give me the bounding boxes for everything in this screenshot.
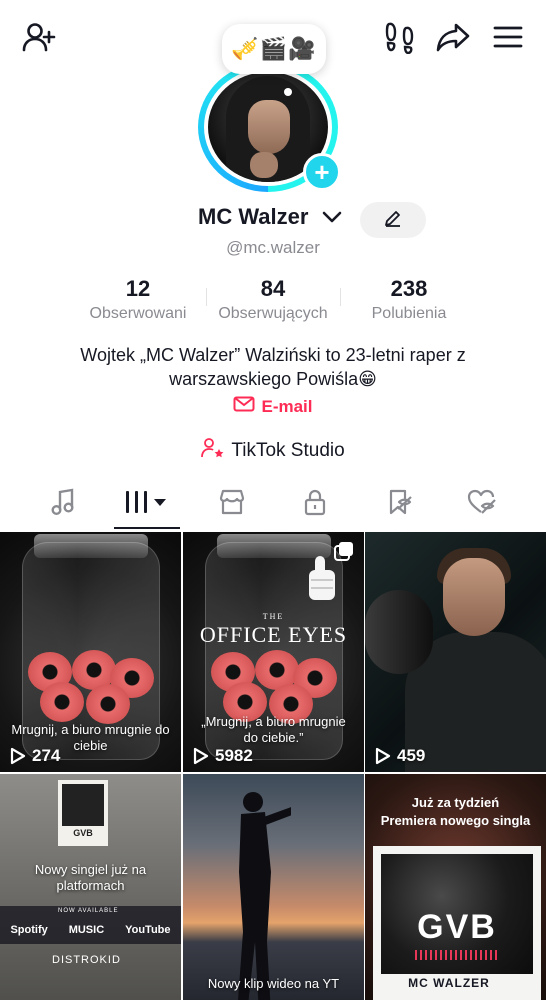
followers-label: Obserwujących bbox=[218, 305, 328, 322]
play-icon bbox=[375, 747, 391, 765]
bio-line: warszawskiego Powiśla😁 bbox=[169, 369, 377, 389]
tab-liked[interactable] bbox=[452, 484, 512, 524]
share-icon[interactable] bbox=[434, 18, 472, 56]
cover-artist: MC WALZER bbox=[408, 976, 490, 990]
trumpeter-silhouette bbox=[238, 792, 291, 1000]
profile-avatar[interactable]: + bbox=[196, 62, 350, 196]
video-caption: Nowy klip wideo na YT bbox=[207, 976, 340, 991]
view-count-value: 274 bbox=[32, 746, 61, 765]
view-count-value: 5982 bbox=[215, 746, 253, 765]
video-caption: Nowy singiel już na platformach bbox=[34, 862, 147, 893]
video-thumbnail[interactable]: THE OFFICE EYES „Mrugnij, a biuro mrugni… bbox=[183, 532, 364, 772]
music-note-icon bbox=[50, 488, 76, 521]
video-grid: Mrugnij, a biuro mrugnie do ciebie 274 T… bbox=[0, 532, 546, 1000]
email-link[interactable]: E-mail bbox=[0, 396, 546, 417]
lock-icon bbox=[303, 488, 327, 521]
followers-stat[interactable]: 84 Obserwujących bbox=[203, 276, 343, 323]
view-count: 459 bbox=[375, 746, 425, 766]
tab-shop[interactable] bbox=[202, 484, 262, 524]
tiktok-studio-link[interactable]: TikTok Studio bbox=[0, 437, 546, 465]
tab-private[interactable] bbox=[285, 484, 345, 524]
following-label: Obserwowani bbox=[89, 305, 187, 322]
shop-icon bbox=[218, 489, 246, 520]
likes-stat[interactable]: 238 Polubienia bbox=[339, 276, 479, 323]
bio: Wojtek „MC Walzer” Walziński to 23-letni… bbox=[20, 343, 526, 391]
tiktok-studio-label: TikTok Studio bbox=[231, 440, 345, 461]
display-name[interactable]: MC Walzer bbox=[198, 204, 308, 230]
play-icon bbox=[193, 747, 209, 765]
microphone-image bbox=[365, 590, 433, 674]
video-thumbnail[interactable]: Mrugnij, a biuro mrugnie do ciebie 274 bbox=[0, 532, 181, 772]
video-thumbnail[interactable]: 459 bbox=[365, 532, 546, 772]
single-cover: GVB MC WALZER bbox=[373, 846, 541, 1000]
following-stat[interactable]: 12 Obserwowani bbox=[68, 276, 208, 323]
followers-count: 84 bbox=[260, 276, 286, 301]
bubble-tail bbox=[284, 88, 292, 96]
video-thumbnail[interactable]: Już za tydzień Premiera nowego singla GV… bbox=[365, 774, 546, 1000]
cover-title: GVB bbox=[417, 908, 497, 946]
bio-line: Wojtek „MC Walzer” Walziński to 23-letni… bbox=[80, 345, 466, 365]
add-story-button[interactable]: + bbox=[303, 153, 341, 191]
creator-person-star-icon bbox=[201, 437, 225, 465]
video-caption: „Mrugnij, a biuro mrugnie do ciebie.” bbox=[201, 714, 346, 745]
multi-image-icon bbox=[334, 542, 353, 561]
edit-profile-button[interactable] bbox=[360, 202, 426, 238]
username: @mc.walzer bbox=[226, 238, 320, 257]
menu-icon[interactable] bbox=[489, 18, 527, 56]
heart-eye-slash-icon bbox=[467, 488, 497, 521]
tab-videos[interactable] bbox=[110, 484, 182, 524]
profile-stats: 12 Obserwowani 84 Obserwujących 238 Polu… bbox=[0, 276, 546, 326]
now-available-text: NOW AVAILABLE bbox=[58, 908, 119, 914]
video-thumbnail[interactable]: GVB Nowy singiel już na platformach NOW … bbox=[0, 774, 181, 1000]
audio-wave bbox=[415, 950, 499, 960]
play-icon bbox=[10, 747, 26, 765]
youtube-logo: YouTube bbox=[125, 924, 171, 936]
apple-music-logo: MUSIC bbox=[68, 924, 105, 936]
likes-label: Polubienia bbox=[371, 305, 447, 322]
bookmark-eye-slash-icon bbox=[385, 488, 413, 521]
video-grid-icon bbox=[124, 489, 168, 520]
pencil-icon bbox=[383, 208, 403, 233]
mail-icon bbox=[233, 396, 255, 417]
single-poster: GVB bbox=[58, 780, 108, 846]
video-thumbnail[interactable]: Nowy klip wideo na YT bbox=[183, 774, 364, 1000]
emoji-note-bubble[interactable]: 🎺🎬🎥 bbox=[222, 24, 326, 74]
view-count: 274 bbox=[10, 746, 60, 766]
following-count: 12 bbox=[125, 276, 151, 301]
add-friend-icon[interactable] bbox=[20, 18, 58, 56]
active-tab-indicator bbox=[114, 527, 180, 529]
video-title: OFFICE EYES bbox=[199, 622, 348, 647]
tab-music[interactable] bbox=[33, 484, 93, 524]
premiere-text: Już za tydzień Premiera nowego singla bbox=[380, 795, 531, 828]
view-count-value: 459 bbox=[397, 746, 426, 765]
name-row: MC Walzer bbox=[0, 202, 546, 238]
chevron-down-icon[interactable] bbox=[322, 210, 342, 229]
platform-logos: Spotify MUSIC YouTube bbox=[0, 924, 181, 936]
footprints-icon[interactable] bbox=[380, 18, 418, 56]
content-tabs bbox=[0, 484, 546, 530]
likes-count: 238 bbox=[390, 276, 428, 301]
distributor-text: DISTROKID bbox=[52, 954, 121, 966]
spotify-logo: Spotify bbox=[10, 924, 48, 936]
email-label: E-mail bbox=[261, 396, 313, 416]
tab-saved[interactable] bbox=[369, 484, 429, 524]
video-title-small: THE bbox=[262, 612, 285, 621]
view-count: 5982 bbox=[193, 746, 253, 766]
